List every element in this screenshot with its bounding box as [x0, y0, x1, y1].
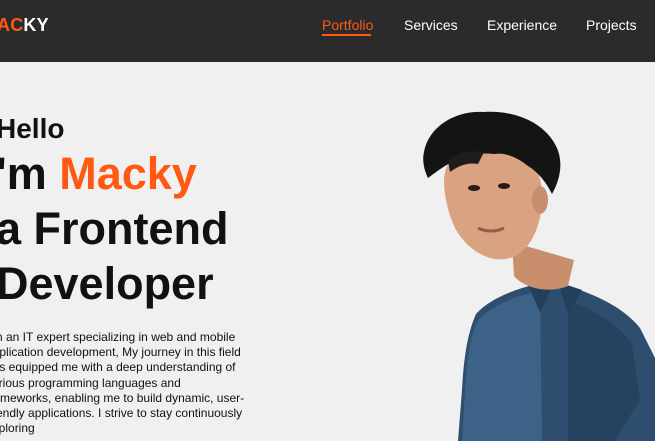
- logo-accent: AC: [0, 15, 24, 35]
- nav-link-services[interactable]: Services: [404, 17, 458, 33]
- nav-link-experience[interactable]: Experience: [487, 17, 557, 33]
- active-nav-underline: [322, 34, 371, 36]
- hero-name-line: 'm Macky: [0, 148, 197, 200]
- profile-photo: [423, 111, 655, 441]
- logo-rest: KY: [23, 15, 49, 35]
- nav-link-projects[interactable]: Projects: [586, 17, 637, 33]
- hero-bio: am an IT expert specializing in web and …: [0, 330, 245, 436]
- site-logo[interactable]: ACKY: [0, 15, 49, 36]
- navbar: ACKY Portfolio Services Experience Proje…: [0, 0, 655, 62]
- hero-role-line-1: a Frontend: [0, 203, 229, 254]
- hero-greeting: Hello: [0, 113, 65, 144]
- hero-name: Macky: [59, 148, 197, 199]
- nav-link-portfolio[interactable]: Portfolio: [322, 17, 373, 33]
- hero-role-line-2: Developer: [0, 258, 214, 309]
- hero-intro-prefix: 'm: [0, 148, 60, 199]
